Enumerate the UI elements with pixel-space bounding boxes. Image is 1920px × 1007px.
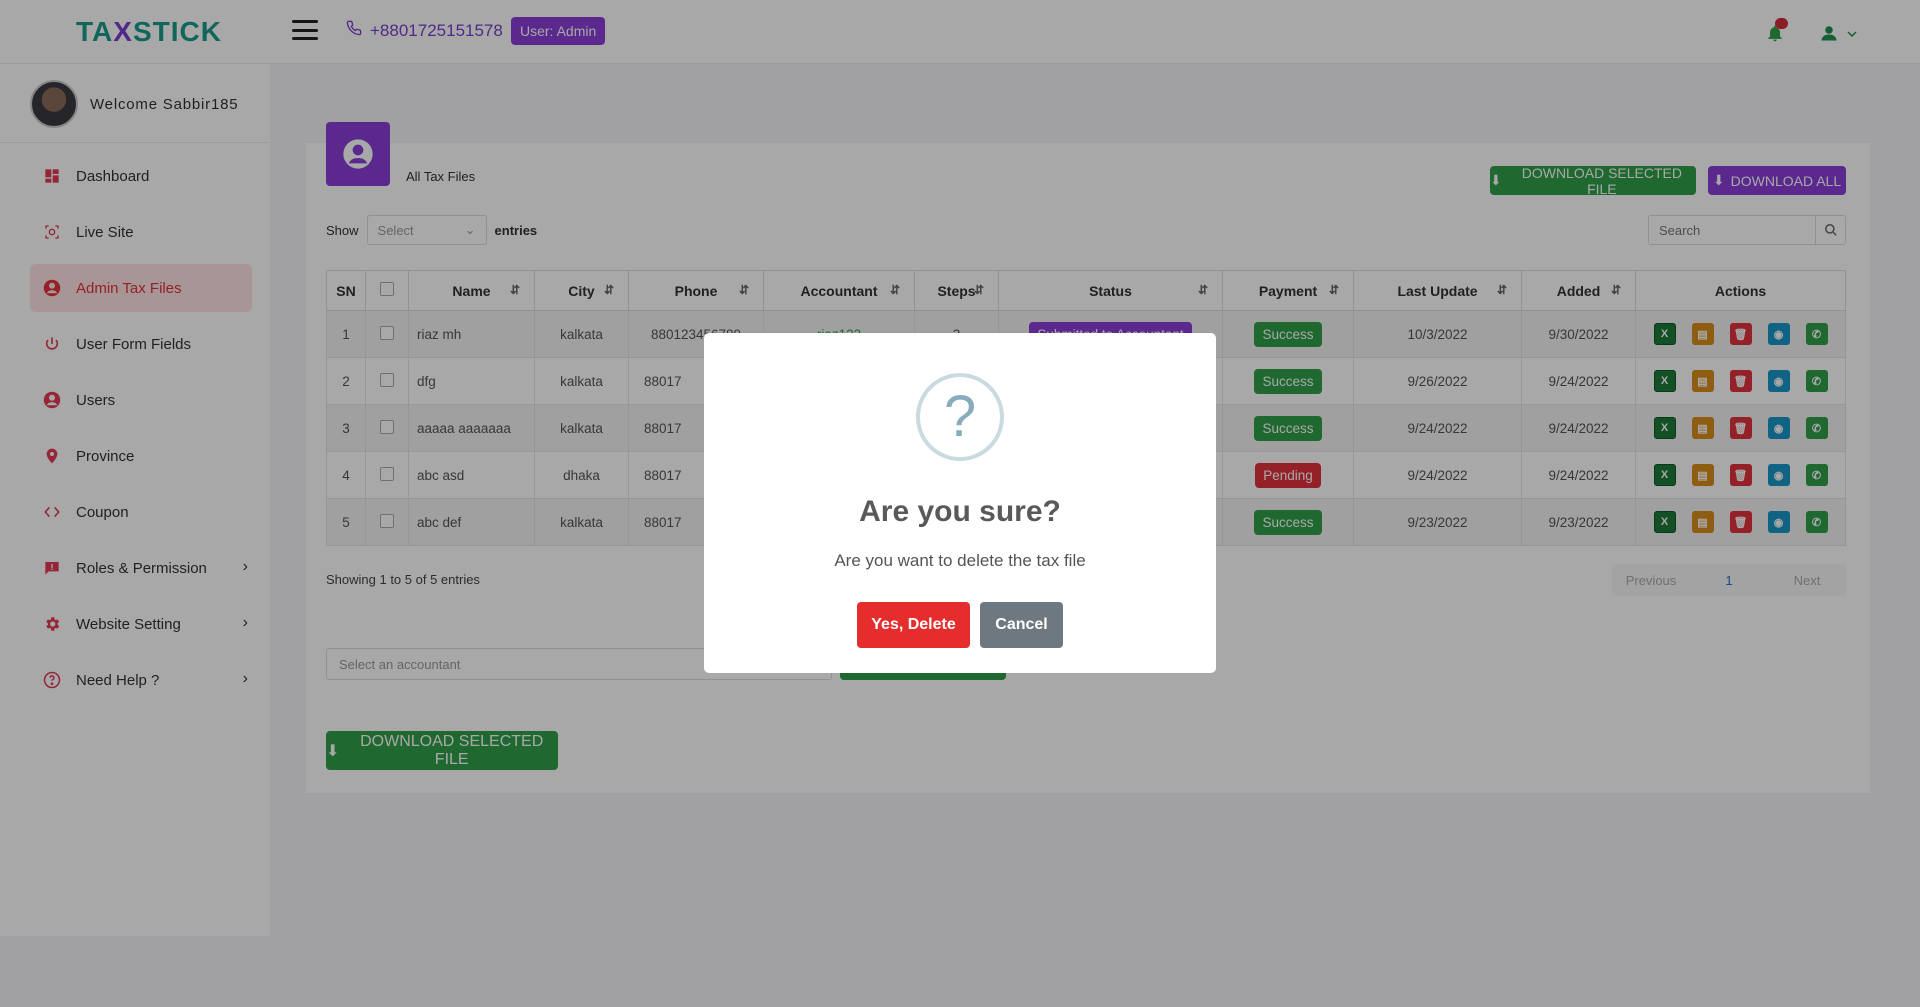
confirm-delete-button[interactable]: Yes, Delete (857, 602, 970, 648)
dialog-title: Are you sure? (859, 495, 1061, 528)
cancel-button[interactable]: Cancel (980, 602, 1063, 648)
dialog-message: Are you want to delete the tax file (834, 551, 1086, 570)
question-icon: ? (916, 373, 1004, 461)
confirm-delete-dialog: ? Are you sure? Are you want to delete t… (704, 333, 1216, 673)
